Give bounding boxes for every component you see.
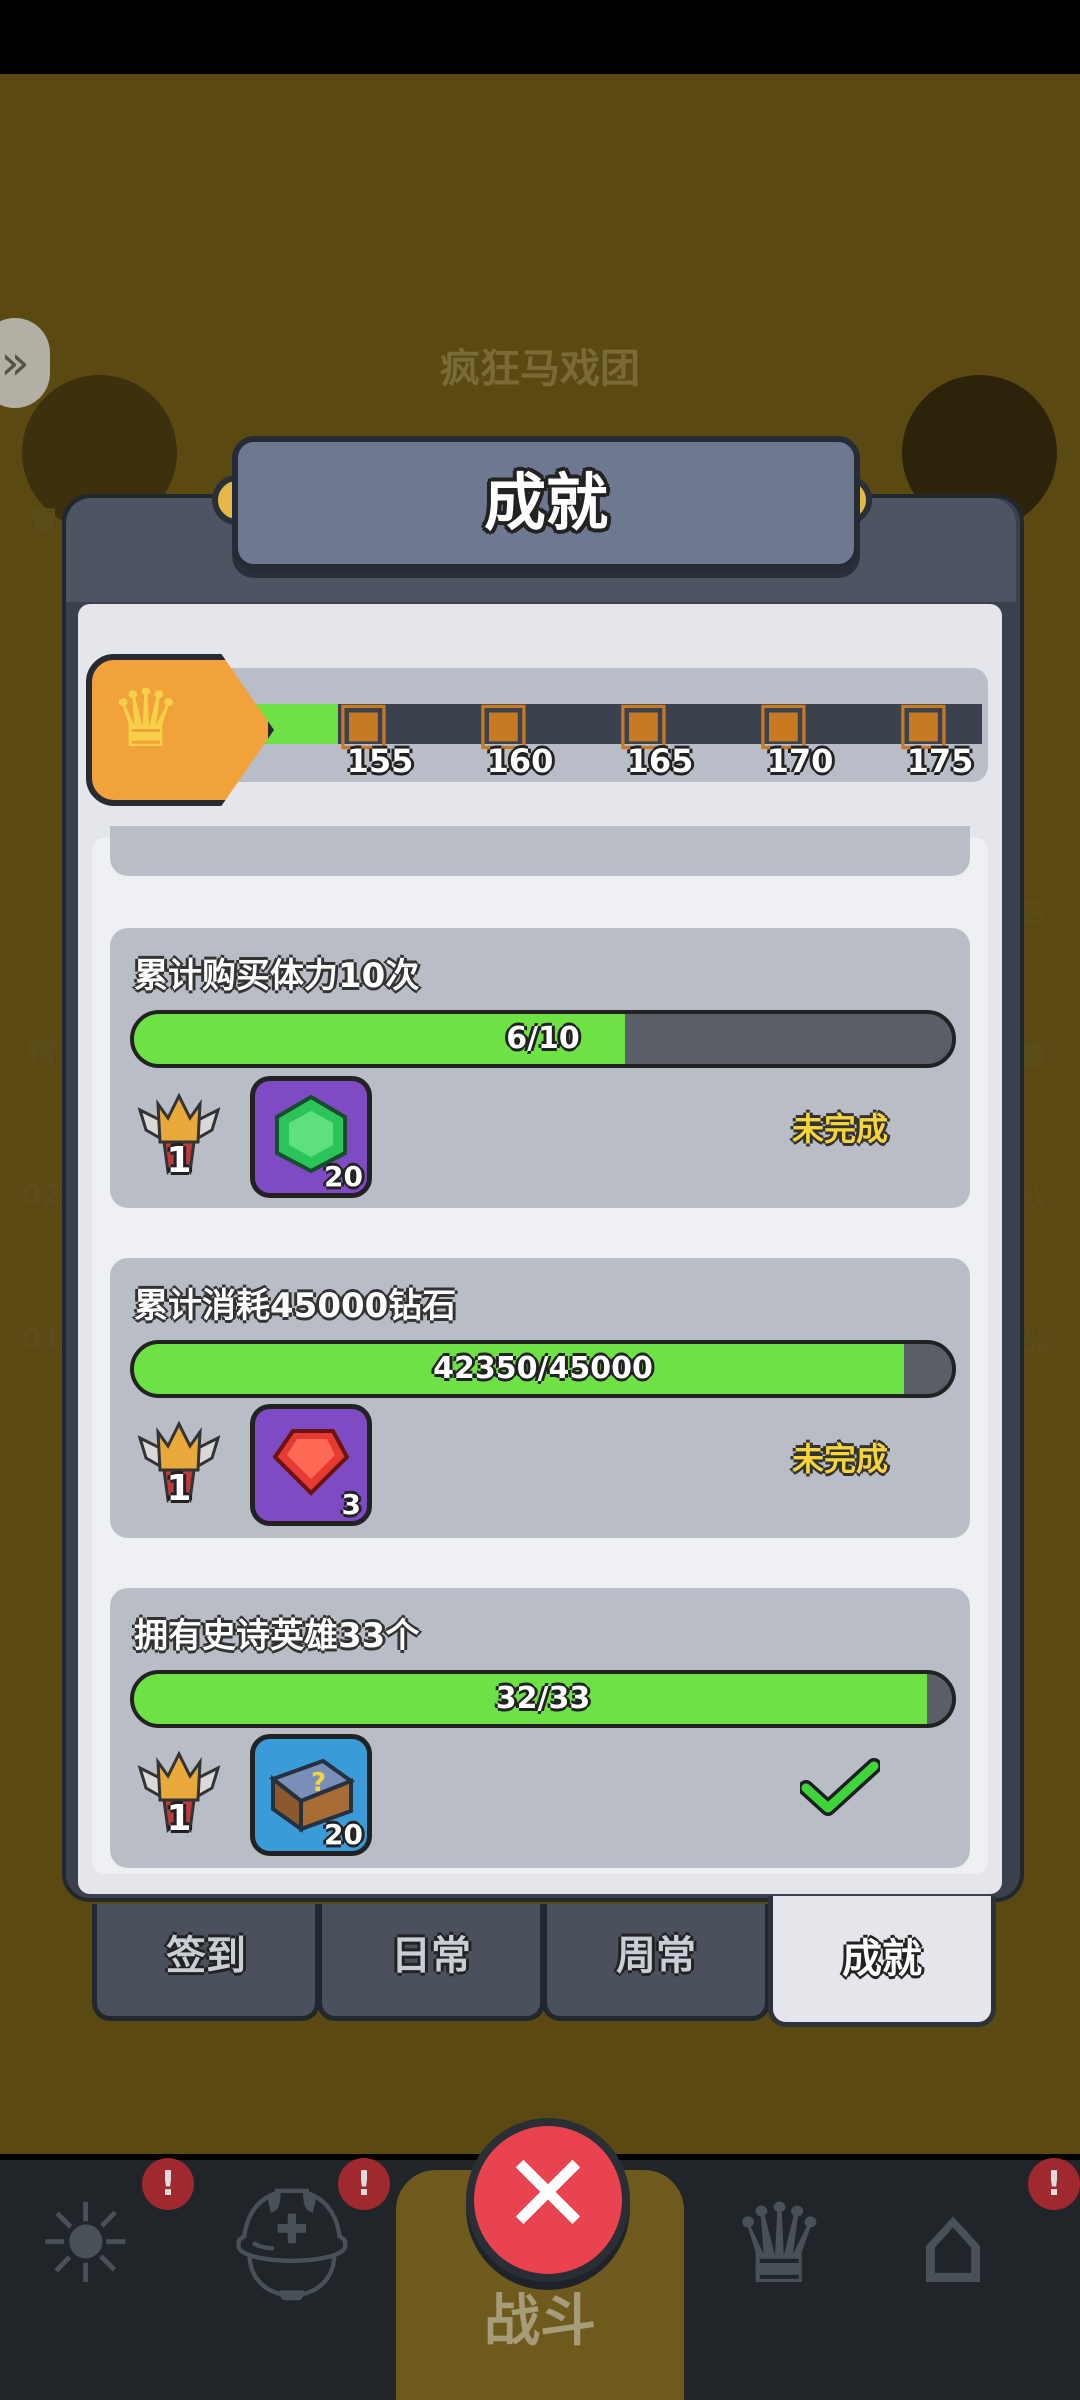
side-label: 惠 bbox=[1020, 1039, 1049, 1072]
medal-points: 1 bbox=[166, 1468, 192, 1509]
shop-icon[interactable]: ⌂ bbox=[918, 2180, 988, 2308]
tab-daily[interactable]: 日常 bbox=[317, 1904, 545, 2021]
milestone-value: 155 bbox=[346, 742, 414, 780]
status-bar bbox=[0, 0, 1080, 74]
event-title: 疯狂马戏团 bbox=[440, 346, 640, 392]
side-label: 欢 bbox=[1020, 1181, 1049, 1214]
medal-points: 1 bbox=[166, 1798, 192, 1839]
progress-bar: 32/33 bbox=[130, 1670, 956, 1728]
achievement-title: 累计消耗45000钻石 bbox=[134, 1286, 457, 1326]
tab-achievements[interactable]: 成就 bbox=[768, 1896, 996, 2027]
notification-badge: ! bbox=[1028, 2158, 1080, 2210]
checkmark-icon[interactable] bbox=[800, 1758, 880, 1818]
milestone-value: 175 bbox=[906, 742, 974, 780]
milestone-value: 165 bbox=[626, 742, 694, 780]
crown-shield-icon[interactable]: ♛ bbox=[730, 2180, 829, 2308]
side-label: 告 bbox=[1020, 895, 1049, 928]
progress-text: 32/33 bbox=[495, 1681, 591, 1716]
status-label: 未完成 bbox=[791, 1110, 888, 1148]
battle-nav-label: 战斗 bbox=[484, 2289, 596, 2354]
progress-bar: 42350/45000 bbox=[130, 1340, 956, 1398]
status-label: 未完成 bbox=[791, 1440, 888, 1478]
achievement-title: 累计购买体力10次 bbox=[134, 956, 420, 996]
sun-icon[interactable]: ☀ bbox=[36, 2180, 135, 2308]
reward-count: 3 bbox=[341, 1488, 361, 1521]
progress-bar: 6/10 bbox=[130, 1010, 956, 1068]
tab-sign-in[interactable]: 签到 bbox=[92, 1904, 320, 2021]
milestone-value: 160 bbox=[486, 742, 554, 780]
reward-slot[interactable]: 3 bbox=[250, 1404, 372, 1526]
reward-slot[interactable]: 20 bbox=[250, 1076, 372, 1198]
reward-count: 20 bbox=[324, 1818, 363, 1851]
svg-text:?: ? bbox=[311, 1768, 326, 1798]
tab-weekly[interactable]: 周常 bbox=[542, 1904, 770, 2021]
achievement-title: 拥有史诗英雄33个 bbox=[134, 1616, 420, 1656]
notification-badge: ! bbox=[142, 2158, 194, 2210]
milestone-value: 170 bbox=[766, 742, 834, 780]
progress-text: 42350/45000 bbox=[433, 1351, 653, 1386]
expand-arrow-icon[interactable]: » bbox=[0, 318, 50, 408]
side-label: 精 bbox=[28, 1035, 57, 1068]
close-icon[interactable]: ✕ bbox=[466, 2124, 630, 2264]
red-gem-icon bbox=[273, 1429, 349, 1496]
notification-badge: ! bbox=[338, 2158, 390, 2210]
side-label: 战 bbox=[1020, 1325, 1049, 1358]
side-label: 01 bbox=[22, 1322, 61, 1355]
reward-count: 20 bbox=[324, 1160, 363, 1193]
helmet-icon[interactable]: ⛑ bbox=[222, 2180, 362, 2309]
reward-slot[interactable]: ? 20 bbox=[250, 1734, 372, 1856]
side-label: 冒 bbox=[30, 505, 59, 538]
medal-points: 1 bbox=[166, 1140, 192, 1181]
side-label: 02 bbox=[22, 1178, 61, 1211]
modal-title: 成就 bbox=[483, 466, 608, 539]
list-item bbox=[110, 826, 970, 876]
progress-text: 6/10 bbox=[506, 1021, 580, 1056]
crown-medal-icon: ♛ bbox=[110, 672, 182, 765]
